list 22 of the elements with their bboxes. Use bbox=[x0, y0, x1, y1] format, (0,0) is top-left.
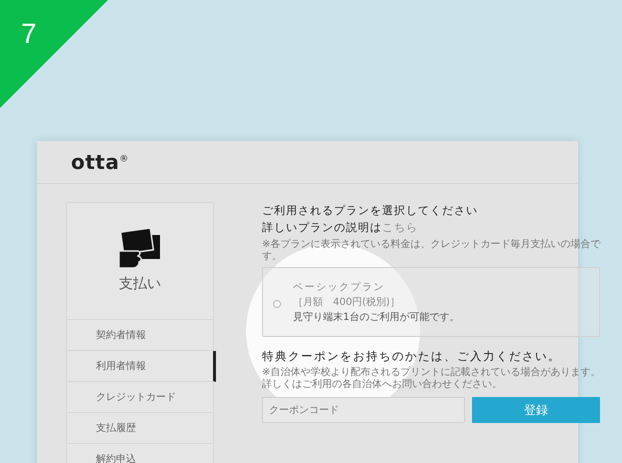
plan-heading: ご利用されるプランを選択してください bbox=[262, 203, 479, 219]
coupon-code-field[interactable]: クーポンコード bbox=[262, 397, 465, 423]
register-button[interactable]: 登録 bbox=[472, 397, 600, 423]
plan-price: ［月額 400円(税別)］ bbox=[293, 296, 401, 309]
plan-card[interactable]: ベーシックプラン ［月額 400円(税別)］ 見守り端末1台のご利用が可能です。 bbox=[262, 267, 600, 337]
coupon-note: 詳しくはご利用の各自治体へお問い合わせください。 bbox=[262, 379, 503, 391]
coupon-heading: 特典クーポンをお持ちのかたは、ご入力ください。 bbox=[262, 349, 562, 364]
logo: otta$^{®}$ bbox=[71, 150, 129, 174]
sidebar-item[interactable]: 利用者情報 bbox=[67, 351, 216, 382]
sidebar-item[interactable]: 支払履歴 bbox=[67, 413, 213, 444]
plan-name: ベーシックプラン bbox=[293, 280, 386, 294]
detail-link[interactable]: こちら bbox=[382, 221, 418, 234]
cash-hand-icon bbox=[118, 229, 162, 269]
plan-detail-text: 詳しいプランの説明は こちら bbox=[262, 220, 419, 236]
plan-note: ※各プランに表示されている料金は、クレジットカード毎月支払いの場合です。 bbox=[262, 239, 600, 263]
plan-description: 見守り端末1台のご利用が可能です。 bbox=[293, 310, 460, 324]
sidebar-item[interactable]: 解約申込 bbox=[67, 444, 213, 463]
sidebar-item[interactable]: クレジットカード bbox=[67, 382, 213, 413]
sidebar-title: 支払い bbox=[119, 275, 161, 293]
sidebar-item[interactable]: 契約者情報 bbox=[67, 320, 213, 351]
coupon-note: ※自治体や学校より配布されるプリントに記載されている場合があります。 bbox=[262, 367, 600, 378]
step-number: 7 bbox=[21, 20, 37, 48]
